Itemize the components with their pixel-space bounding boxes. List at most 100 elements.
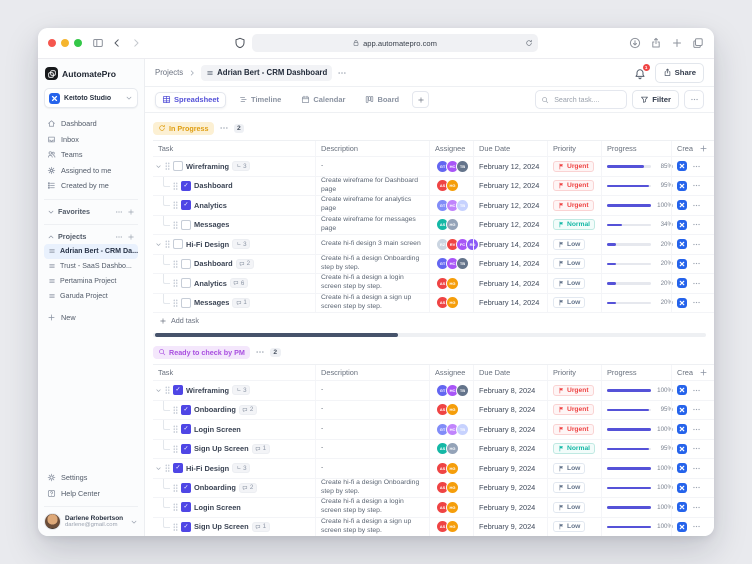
task-name[interactable]: Dashboard <box>194 181 233 190</box>
due-date-cell[interactable]: February 12, 2024 <box>473 216 547 235</box>
sidebar-project-trust[interactable]: Trust - SaaS Dashbo... <box>44 259 138 274</box>
drag-handle-icon[interactable] <box>173 503 178 511</box>
row-menu-button[interactable] <box>692 386 701 395</box>
task-checkbox[interactable] <box>173 239 183 249</box>
task-checkbox[interactable] <box>181 220 191 230</box>
due-date-cell[interactable]: February 14, 2024 <box>473 235 547 254</box>
sidebar-project-pertamina[interactable]: Pertamina Project <box>44 274 138 289</box>
assignee-stack[interactable]: GTHCTB <box>429 255 473 274</box>
task-checkbox[interactable] <box>181 259 191 269</box>
task-description-cell[interactable]: Create hi-fi design 3 main screen <box>315 235 429 254</box>
assignee-stack[interactable]: ASHG <box>429 177 473 196</box>
scrollbar-thumb[interactable] <box>155 333 398 337</box>
section-menu-button[interactable] <box>255 347 265 357</box>
drag-handle-icon[interactable] <box>173 182 178 190</box>
row-menu-button[interactable] <box>692 298 701 307</box>
task-checkbox[interactable] <box>173 385 183 395</box>
row-menu-button[interactable] <box>692 279 701 288</box>
task-checkbox[interactable] <box>181 522 191 532</box>
breadcrumb-root[interactable]: Projects <box>155 68 183 77</box>
due-date-cell[interactable]: February 9, 2024 <box>473 479 547 498</box>
priority-badge[interactable]: Low <box>553 482 585 493</box>
row-menu-button[interactable] <box>692 425 701 434</box>
task-checkbox[interactable] <box>173 463 183 473</box>
assignee-stack[interactable]: ASHG <box>429 274 473 293</box>
task-name[interactable]: Analytics <box>194 201 227 210</box>
task-description-cell[interactable]: Create wireframe for messages page <box>315 216 429 235</box>
comment-count-chip[interactable]: 2 <box>239 483 257 493</box>
row-menu-button[interactable] <box>692 444 701 453</box>
downloads-icon[interactable] <box>629 37 641 49</box>
sidebar-item-dashboard[interactable]: Dashboard <box>44 116 138 132</box>
more-icon[interactable] <box>115 208 123 216</box>
assignee-stack[interactable]: GTHCTB <box>429 196 473 215</box>
task-name[interactable]: Sign Up Screen <box>194 444 249 453</box>
new-tab-icon[interactable] <box>671 37 683 49</box>
tab-overview-icon[interactable] <box>692 37 704 49</box>
expand-chevron-icon[interactable] <box>155 465 162 472</box>
subtask-count-chip[interactable]: 3 <box>232 463 250 473</box>
comment-count-chip[interactable]: 2 <box>236 259 254 269</box>
add-column-button[interactable] <box>699 368 708 377</box>
row-menu-button[interactable] <box>692 181 701 190</box>
task-description-cell[interactable]: - <box>315 401 429 420</box>
task-description-cell[interactable]: Create wireframe for analytics page <box>315 196 429 215</box>
task-name[interactable]: Login Screen <box>194 503 241 512</box>
assignee-stack[interactable]: GTHCTB <box>429 157 473 176</box>
more-icon[interactable] <box>115 233 123 241</box>
drag-handle-icon[interactable] <box>173 406 178 414</box>
row-menu-button[interactable] <box>692 162 701 171</box>
minimize-window-button[interactable] <box>61 39 69 47</box>
add-task-button[interactable]: Add task <box>153 313 714 328</box>
task-name[interactable]: Hi-Fi Design <box>186 240 229 249</box>
assignee-stack[interactable]: ASHG <box>429 216 473 235</box>
new-project-button[interactable]: New <box>44 310 138 326</box>
due-date-cell[interactable]: February 8, 2024 <box>473 440 547 459</box>
tab-calendar[interactable]: Calendar <box>294 92 352 108</box>
priority-badge[interactable]: Low <box>553 521 585 532</box>
drag-handle-icon[interactable] <box>165 240 170 248</box>
sidebar-item-assigned-to-me[interactable]: Assigned to me <box>44 163 138 179</box>
task-checkbox[interactable] <box>181 444 191 454</box>
task-name[interactable]: Messages <box>194 220 229 229</box>
task-description-cell[interactable]: - <box>315 440 429 459</box>
expand-chevron-icon[interactable] <box>155 163 162 170</box>
drag-handle-icon[interactable] <box>173 279 178 287</box>
comment-count-chip[interactable]: 2 <box>239 405 257 415</box>
address-bar[interactable]: app.automatepro.com <box>252 34 538 52</box>
sidebar-item-teams[interactable]: Teams <box>44 147 138 163</box>
task-description-cell[interactable]: Create wireframe for Dashboard page <box>315 177 429 196</box>
row-menu-button[interactable] <box>692 522 701 531</box>
sidebar-item-settings[interactable]: Settings <box>44 470 138 486</box>
task-description-cell[interactable]: - <box>315 420 429 439</box>
priority-badge[interactable]: Urgent <box>553 424 594 435</box>
sidebar-item-help-center[interactable]: Help Center <box>44 486 138 502</box>
priority-badge[interactable]: Urgent <box>553 180 594 191</box>
row-menu-button[interactable] <box>692 483 701 492</box>
assignee-stack[interactable]: ASHG <box>429 440 473 459</box>
row-menu-button[interactable] <box>692 405 701 414</box>
priority-badge[interactable]: Normal <box>553 443 595 454</box>
status-badge[interactable]: In Progress <box>153 122 214 135</box>
task-checkbox[interactable] <box>173 161 183 171</box>
row-menu-button[interactable] <box>692 503 701 512</box>
task-description-cell[interactable]: Create hi-fi a design a sign up screen s… <box>315 518 429 537</box>
browser-share-icon[interactable] <box>650 37 662 49</box>
tab-timeline[interactable]: Timeline <box>232 92 288 108</box>
assignee-stack[interactable]: ASHG <box>429 401 473 420</box>
section-menu-button[interactable] <box>219 123 229 133</box>
priority-badge[interactable]: Urgent <box>553 200 594 211</box>
add-view-button[interactable] <box>412 91 429 108</box>
due-date-cell[interactable]: February 14, 2024 <box>473 294 547 313</box>
tab-board[interactable]: Board <box>358 92 406 108</box>
sidebar-project-adrian-bert[interactable]: Adrian Bert - CRM Da... <box>44 244 138 259</box>
drag-handle-icon[interactable] <box>173 445 178 453</box>
sidebar-item-created-by-me[interactable]: Created by me <box>44 178 138 194</box>
expand-chevron-icon[interactable] <box>155 241 162 248</box>
due-date-cell[interactable]: February 14, 2024 <box>473 274 547 293</box>
drag-handle-icon[interactable] <box>173 201 178 209</box>
back-icon[interactable] <box>111 37 123 49</box>
task-checkbox[interactable] <box>181 502 191 512</box>
task-description-cell[interactable]: Create hi-fi a design a login screen ste… <box>315 274 429 293</box>
due-date-cell[interactable]: February 12, 2024 <box>473 177 547 196</box>
